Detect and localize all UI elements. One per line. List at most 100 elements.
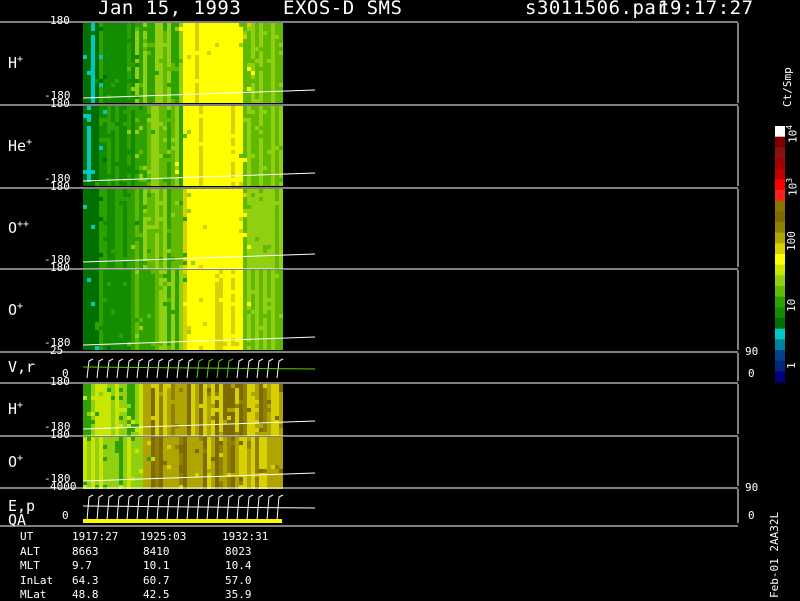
- spectrogram-cell: [151, 388, 155, 392]
- spectrogram-cell: [279, 396, 283, 400]
- spectrogram-cell: [135, 453, 139, 457]
- spectrogram-cell: [239, 130, 243, 134]
- spectrogram-cell: [135, 189, 139, 193]
- spectrogram-cell: [91, 193, 95, 197]
- spectrogram-cell: [123, 182, 127, 186]
- spectrogram-cell: [223, 114, 227, 118]
- spectrogram-cell: [207, 302, 211, 306]
- spectrogram-cell: [123, 142, 127, 146]
- spectrogram-cell: [95, 326, 99, 330]
- spectrogram-cell: [139, 221, 143, 225]
- spectrogram-cell: [91, 420, 95, 424]
- spectrogram-cell: [123, 408, 127, 412]
- spectrogram-cell: [107, 318, 111, 322]
- spectrogram-cell: [95, 106, 99, 110]
- spectrogram-cell: [211, 420, 215, 424]
- spectrogram-cell: [259, 400, 263, 404]
- spectrogram-cell: [199, 282, 203, 286]
- spectrogram-cell: [251, 55, 255, 59]
- spectrogram-cell: [95, 118, 99, 122]
- spectrogram-cell: [255, 205, 259, 209]
- spectrogram-cell: [131, 182, 135, 186]
- spectrogram-cell: [99, 106, 103, 110]
- spectrogram-cell: [127, 67, 131, 71]
- spectrogram-cell: [259, 334, 263, 338]
- spectrogram-cell: [163, 205, 167, 209]
- spectrogram-cell: [215, 400, 219, 404]
- spectrogram-cell: [143, 449, 147, 453]
- spectrogram-cell: [227, 118, 231, 122]
- spectrogram-cell: [147, 43, 151, 47]
- spectrogram-cell: [107, 282, 111, 286]
- spectrogram-cell: [211, 39, 215, 43]
- spectrogram-cell: [103, 245, 107, 249]
- spectrogram-cell: [207, 35, 211, 39]
- spectrogram-cell: [175, 35, 179, 39]
- spectrogram-cell: [159, 75, 163, 79]
- spectrogram-cell: [247, 197, 251, 201]
- spectrogram-cell: [83, 122, 87, 126]
- spectrogram-cell: [267, 170, 271, 174]
- spectrogram-cell: [99, 469, 103, 473]
- spectrogram-cell: [251, 154, 255, 158]
- spectrogram-cell: [223, 162, 227, 166]
- spectrogram-cell: [111, 201, 115, 205]
- spectrogram-cell: [263, 270, 267, 274]
- spectrogram-cell: [263, 51, 267, 55]
- spectrogram-cell: [147, 27, 151, 31]
- spectrogram-cell: [239, 241, 243, 245]
- spectrogram-cell: [139, 63, 143, 67]
- spectrogram-cell: [111, 146, 115, 150]
- spectrogram-cell: [211, 274, 215, 278]
- spectrogram-cell: [119, 412, 123, 416]
- spectrogram-cell: [183, 83, 187, 87]
- spectrogram-cell: [251, 51, 255, 55]
- spectrogram-cell: [171, 453, 175, 457]
- spectrogram-cell: [103, 27, 107, 31]
- spectrogram-cell: [279, 346, 283, 350]
- spectrogram-cell: [271, 197, 275, 201]
- spectrogram-cell: [123, 384, 127, 388]
- spectrogram-cell: [143, 286, 147, 290]
- spectrogram-cell: [131, 432, 135, 436]
- spectrogram-cell: [135, 473, 139, 477]
- spectrogram-cell: [135, 404, 139, 408]
- spectrogram-cell: [251, 59, 255, 63]
- spectrogram-cell: [115, 31, 119, 35]
- spectrogram-cell: [135, 99, 139, 103]
- spectrogram-cell: [111, 249, 115, 253]
- spectrogram-cell: [239, 408, 243, 412]
- spectrogram-cell: [95, 274, 99, 278]
- spectrogram-cell: [203, 278, 207, 282]
- spectrogram-cell: [279, 326, 283, 330]
- spectrogram-cell: [111, 134, 115, 138]
- spectrogram-cell: [135, 162, 139, 166]
- spectrogram-cell: [163, 217, 167, 221]
- spectrogram-cell: [203, 298, 207, 302]
- spectrogram-cell: [147, 174, 151, 178]
- spectrogram-cell: [123, 47, 127, 51]
- trace-mark: [187, 359, 193, 378]
- spectrogram-cell: [87, 392, 91, 396]
- spectrogram-cell: [167, 27, 171, 31]
- spectrogram-cell: [251, 27, 255, 31]
- spectrogram-cell: [215, 126, 219, 130]
- spectrogram-cell: [183, 253, 187, 257]
- spectrogram-cell: [119, 51, 123, 55]
- spectrogram-cell: [207, 67, 211, 71]
- spectrogram-cell: [195, 213, 199, 217]
- spectrogram-cell: [167, 114, 171, 118]
- spectrogram-cell: [83, 412, 87, 416]
- spectrogram-plot: [0, 0, 800, 600]
- spectrogram-cell: [231, 310, 235, 314]
- spectrogram-cell: [279, 39, 283, 43]
- spectrogram-cell: [151, 110, 155, 114]
- spectrogram-cell: [115, 469, 119, 473]
- spectrogram-cell: [147, 253, 151, 257]
- spectrogram-cell: [91, 270, 95, 274]
- spectrogram-cell: [115, 245, 119, 249]
- spectrogram-cell: [255, 384, 259, 388]
- spectrogram-cell: [219, 217, 223, 221]
- spectrogram-cell: [147, 110, 151, 114]
- spectrogram-cell: [163, 158, 167, 162]
